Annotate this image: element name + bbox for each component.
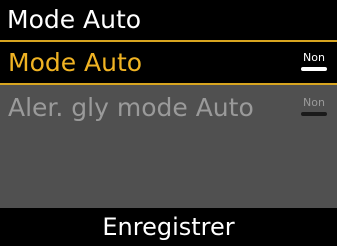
page-title: Mode Auto <box>0 0 337 40</box>
save-button[interactable]: Enregistrer <box>0 208 337 246</box>
list-item-alert-glycemia-auto[interactable]: Aler. gly mode Auto Non <box>0 85 337 130</box>
toggle-switch[interactable]: Non <box>299 97 329 119</box>
list-item-mode-auto[interactable]: Mode Auto Non <box>0 40 337 85</box>
pump-screen: Mode Auto Mode Auto Non Aler. gly mode A… <box>0 0 337 246</box>
toggle-switch[interactable]: Non <box>299 52 329 74</box>
list-item-label: Mode Auto <box>8 48 143 77</box>
toggle-bar-icon <box>301 112 327 116</box>
toggle-bar-icon <box>301 67 327 71</box>
toggle-value: Non <box>303 96 325 109</box>
settings-list: Mode Auto Non Aler. gly mode Auto Non <box>0 40 337 208</box>
toggle-value: Non <box>303 51 325 64</box>
list-item-label: Aler. gly mode Auto <box>8 93 254 122</box>
